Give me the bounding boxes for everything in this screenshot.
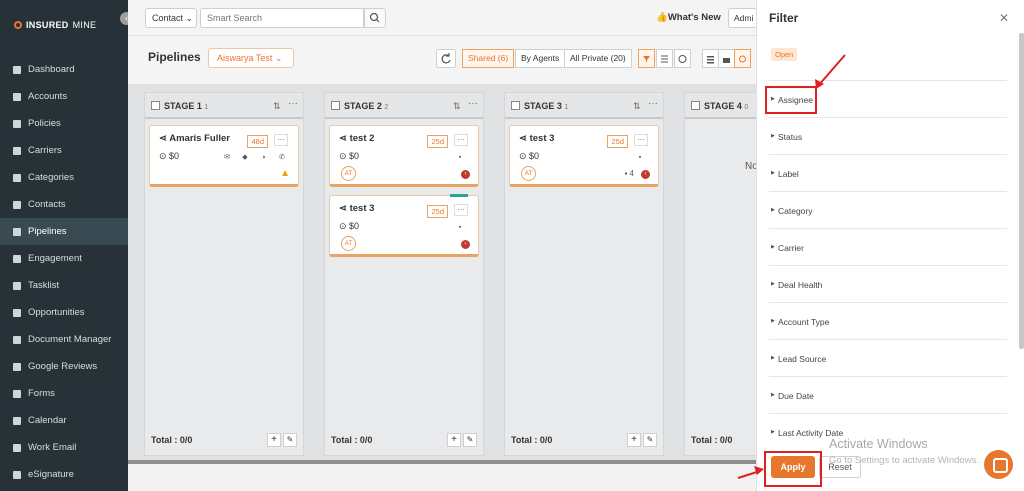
annotation-arrow-assignee: [817, 54, 846, 87]
arrow-head-icon: [754, 466, 764, 475]
annotation-arrows: [737, 54, 846, 479]
